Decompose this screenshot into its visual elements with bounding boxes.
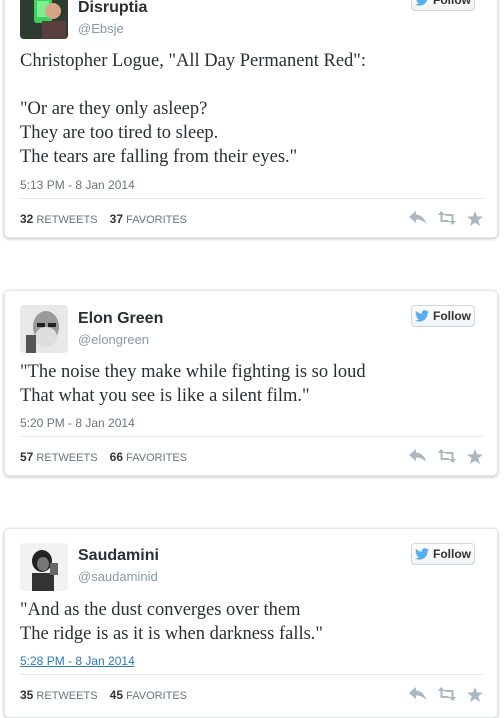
paragraph-break bbox=[20, 73, 483, 97]
retweet-count[interactable]: 35 bbox=[20, 688, 33, 702]
favorite-count[interactable]: 45 bbox=[110, 688, 123, 702]
divider bbox=[20, 436, 483, 437]
retweet-icon[interactable] bbox=[437, 449, 457, 463]
favorite-count[interactable]: 66 bbox=[110, 450, 123, 464]
timestamp[interactable]: 5:20 PM - 8 Jan 2014 bbox=[20, 416, 135, 430]
avatar[interactable] bbox=[20, 0, 68, 39]
retweets-label[interactable]: RETWEETS bbox=[36, 690, 97, 702]
favorite-icon[interactable] bbox=[467, 448, 483, 464]
twitter-bird-icon bbox=[415, 310, 429, 322]
twitter-bird-icon bbox=[415, 0, 428, 6]
tweet-line: "Or are they only asleep? bbox=[20, 99, 208, 119]
tweet-text: Christopher Logue, "All Day Permanent Re… bbox=[20, 49, 483, 169]
follow-label: Follow bbox=[433, 547, 471, 561]
favorites-label[interactable]: FAVORITES bbox=[126, 690, 187, 702]
divider bbox=[20, 198, 483, 199]
timestamp[interactable]: 5:13 PM - 8 Jan 2014 bbox=[20, 178, 135, 192]
favorites-label[interactable]: FAVORITES bbox=[126, 214, 187, 226]
retweet-count[interactable]: 32 bbox=[20, 212, 33, 226]
tweet-line: The ridge is as it is when darkness fall… bbox=[20, 624, 323, 644]
user-name[interactable]: Disruptia bbox=[78, 0, 147, 17]
tweet-text: "And as the dust converges over them The… bbox=[20, 598, 483, 646]
reply-icon[interactable] bbox=[409, 211, 427, 225]
tweet-actions bbox=[409, 685, 483, 703]
twitter-bird-icon bbox=[415, 548, 429, 560]
follow-button[interactable]: Follow bbox=[411, 543, 475, 565]
follow-button[interactable]: Follow bbox=[411, 305, 475, 327]
tweet-actions bbox=[409, 209, 483, 227]
favorite-icon[interactable] bbox=[467, 686, 483, 702]
tweet-card: Saudamini @saudaminid Follow "And as the… bbox=[4, 528, 498, 718]
tweet-stats: 35 RETWEETS 45 FAVORITES bbox=[20, 688, 187, 702]
timestamp-link[interactable]: 5:28 PM - 8 Jan 2014 bbox=[20, 654, 135, 668]
follow-button[interactable]: Follow bbox=[411, 0, 475, 11]
favorite-icon[interactable] bbox=[467, 210, 483, 226]
favorites-label[interactable]: FAVORITES bbox=[126, 452, 187, 464]
follow-label: Follow bbox=[433, 309, 471, 323]
avatar[interactable] bbox=[20, 543, 68, 591]
tweet-line: The tears are falling from their eyes." bbox=[20, 147, 298, 167]
tweet-stats: 57 RETWEETS 66 FAVORITES bbox=[20, 450, 187, 464]
reply-icon[interactable] bbox=[409, 449, 427, 463]
tweet-actions bbox=[409, 447, 483, 465]
retweets-label[interactable]: RETWEETS bbox=[36, 452, 97, 464]
tweet-text: "The noise they make while fighting is s… bbox=[20, 360, 483, 408]
user-handle[interactable]: @elongreen bbox=[78, 332, 149, 347]
tweet-card: Disruptia @Ebsje Follow Christopher Logu… bbox=[4, 0, 498, 238]
retweet-count[interactable]: 57 bbox=[20, 450, 33, 464]
user-name[interactable]: Elon Green bbox=[78, 310, 163, 328]
avatar[interactable] bbox=[20, 305, 68, 353]
tweet-card: Elon Green @elongreen Follow "The noise … bbox=[4, 290, 498, 476]
favorite-count[interactable]: 37 bbox=[110, 212, 123, 226]
tweet-line: "And as the dust converges over them bbox=[20, 600, 301, 620]
retweet-icon[interactable] bbox=[437, 211, 457, 225]
user-name[interactable]: Saudamini bbox=[78, 547, 159, 565]
tweet-line: That what you see is like a silent film.… bbox=[20, 386, 310, 406]
follow-label: Follow bbox=[433, 0, 471, 7]
divider bbox=[20, 674, 483, 675]
tweet-stats: 32 RETWEETS 37 FAVORITES bbox=[20, 212, 187, 226]
tweet-line: Christopher Logue, "All Day Permanent Re… bbox=[20, 51, 366, 71]
retweets-label[interactable]: RETWEETS bbox=[36, 214, 97, 226]
user-handle[interactable]: @Ebsje bbox=[78, 21, 124, 36]
user-handle[interactable]: @saudaminid bbox=[78, 569, 158, 584]
tweet-line: They are too tired to sleep. bbox=[20, 123, 219, 143]
tweet-line: "The noise they make while fighting is s… bbox=[20, 362, 366, 382]
